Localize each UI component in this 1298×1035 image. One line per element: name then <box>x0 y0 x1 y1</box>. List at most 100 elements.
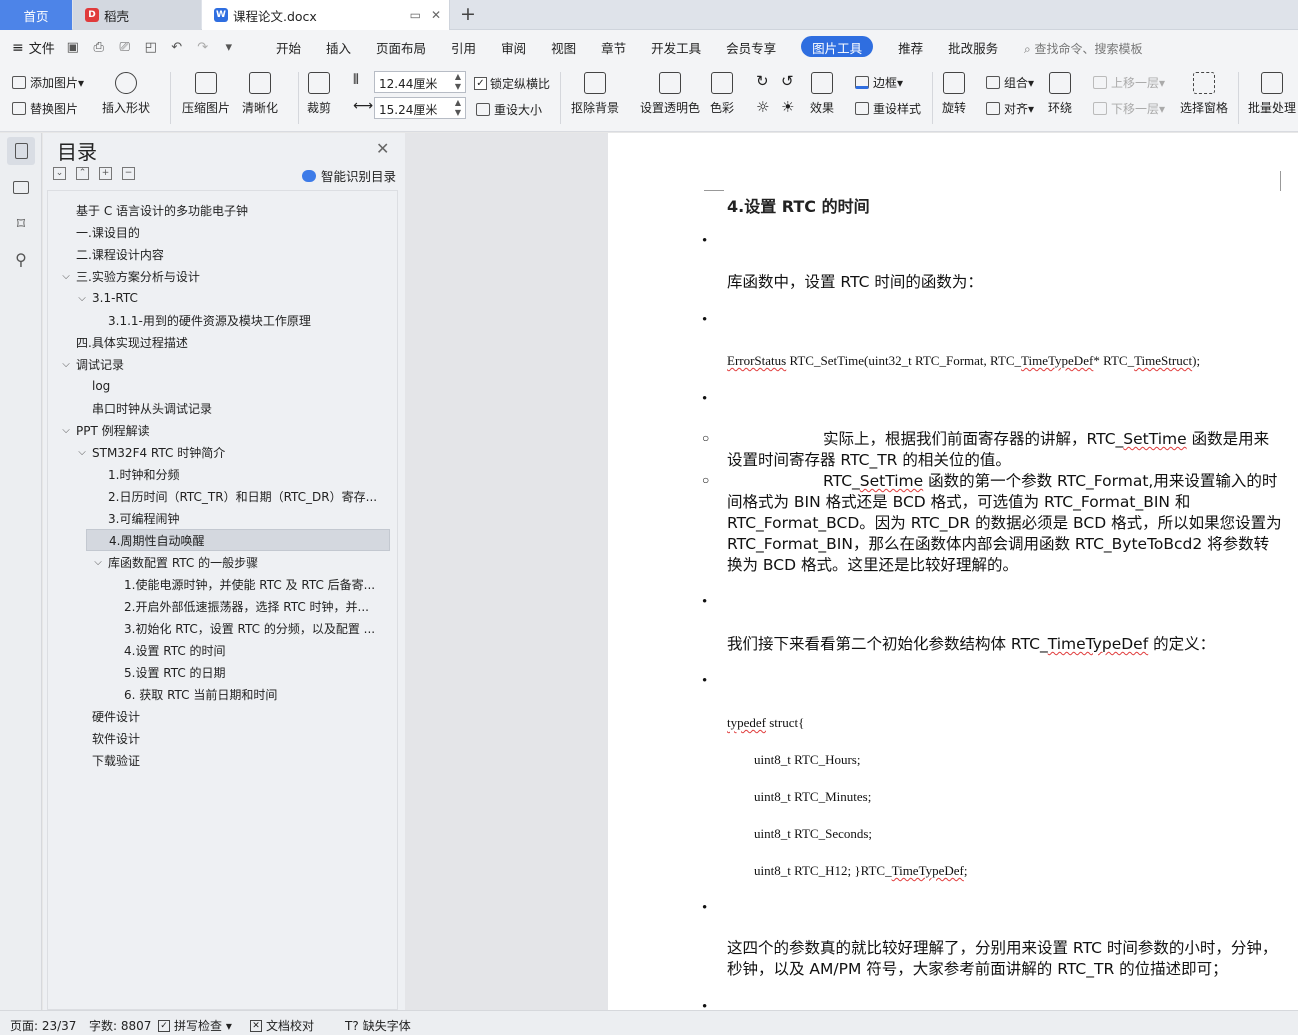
expand-all-icon[interactable]: ⌄ <box>53 167 66 180</box>
screen-icon[interactable]: ▭ <box>410 8 421 22</box>
send-backward-button[interactable]: 下移一层 ▾ <box>1093 100 1165 117</box>
effects-button[interactable]: 效果 <box>810 72 834 116</box>
spell-check-toggle[interactable]: ✓ 拼写检查 ▾ <box>158 1017 232 1034</box>
toc-item[interactable]: ⌵ 库函数配置 RTC 的一般步骤 <box>48 551 397 573</box>
insert-shape-button[interactable]: 插入形状 <box>102 72 150 116</box>
tab-home[interactable]: 首页 <box>0 0 72 30</box>
toc-item[interactable]: 3.可编程闹钟 <box>48 507 397 529</box>
word-count[interactable]: 字数: 8807 <box>89 1017 151 1034</box>
brightness-icon[interactable]: ☼ <box>756 98 769 116</box>
more-icon[interactable]: ▾ <box>221 40 237 56</box>
toc-item[interactable]: 5.设置 RTC 的日期 <box>48 661 397 683</box>
lock-ratio-checkbox[interactable]: ✓ 锁定纵横比 <box>474 75 550 92</box>
batch-button[interactable]: 批量处理 <box>1248 72 1296 116</box>
add-heading-icon[interactable]: + <box>99 167 112 180</box>
replace-picture-button[interactable]: 替换图片 <box>12 100 78 117</box>
rotate-button[interactable]: 旋转 <box>942 72 966 116</box>
toc-item[interactable]: 3.初始化 RTC，设置 RTC 的分频，以及配置 ... <box>48 617 397 639</box>
select-pane-button[interactable]: 选择窗格 <box>1180 72 1228 116</box>
tab-document[interactable]: W 课程论文.docx ▭ ✕ <box>202 0 450 30</box>
menu-tab[interactable]: 图片工具 <box>801 36 874 57</box>
toc-item[interactable]: ⌵ 3.1-RTC <box>48 287 397 309</box>
toc-item[interactable]: ⌵ PPT 例程解读 <box>48 419 397 441</box>
wrap-button[interactable]: 环绕 <box>1048 72 1072 116</box>
chevron-down-icon[interactable]: ⌵ <box>60 359 72 370</box>
set-transparent-button[interactable]: 设置透明色 <box>640 72 700 116</box>
file-menu[interactable]: ≡ 文件 <box>12 38 55 58</box>
chevron-down-icon[interactable]: ⌵ <box>60 271 72 282</box>
menu-tab[interactable]: 章节 <box>601 38 626 57</box>
bookmark-pane-button[interactable]: ⌑ <box>7 209 35 237</box>
chapter-pane-button[interactable] <box>7 173 35 201</box>
find-pane-button[interactable]: ⚲ <box>7 245 35 273</box>
align-button[interactable]: 对齐 ▾ <box>986 100 1034 117</box>
toc-item[interactable]: 3.1.1-用到的硬件资源及模块工作原理 <box>48 309 397 331</box>
toc-item[interactable]: 基于 C 语言设计的多功能电子钟 <box>48 199 397 221</box>
chevron-down-icon[interactable]: ⌵ <box>76 447 88 458</box>
menu-tab[interactable]: 开始 <box>276 38 301 57</box>
print-icon[interactable]: ⎚ <box>117 40 133 56</box>
toc-item[interactable]: 二.课程设计内容 <box>48 243 397 265</box>
brightness-up-icon[interactable]: ↻ <box>756 72 769 90</box>
remove-heading-icon[interactable]: − <box>122 167 135 180</box>
height-input[interactable]: 12.44厘米 ▲ ▼ <box>374 71 466 93</box>
proofread-button[interactable]: ✕ 文档校对 <box>250 1017 314 1034</box>
toc-item[interactable]: 2.日历时间（RTC_TR）和日期（RTC_DR）寄存... <box>48 485 397 507</box>
toc-item[interactable]: 一.课设目的 <box>48 221 397 243</box>
toc-item[interactable]: 4.周期性自动唤醒 <box>86 529 390 551</box>
toc-item[interactable]: 2.开启外部低速振荡器，选择 RTC 时钟，并... <box>48 595 397 617</box>
export-icon[interactable]: ⎙ <box>91 40 107 56</box>
save-icon[interactable]: ▣ <box>65 40 81 56</box>
toc-item[interactable]: 硬件设计 <box>48 705 397 727</box>
add-picture-button[interactable]: 添加图片 ▾ <box>12 74 84 91</box>
redo-icon[interactable]: ↷ <box>195 40 211 56</box>
missing-font-button[interactable]: T? 缺失字体 <box>345 1017 411 1034</box>
contrast-icon[interactable]: ☀ <box>781 98 794 116</box>
toc-item[interactable]: ⌵ STM32F4 RTC 时钟简介 <box>48 441 397 463</box>
close-tab-icon[interactable]: ✕ <box>431 8 441 22</box>
close-icon[interactable]: ✕ <box>376 139 389 158</box>
ai-toc-button[interactable]: 智能识别目录 <box>302 166 396 185</box>
toc-pane-button[interactable] <box>7 137 35 165</box>
menu-tab[interactable]: 视图 <box>551 38 576 57</box>
tab-daoke[interactable]: D 稻壳 <box>73 0 201 30</box>
document-page[interactable]: 4.设置 RTC 的时间 • 库函数中，设置 RTC 时间的函数为： • Err… <box>608 133 1298 1010</box>
group-button[interactable]: 组合 ▾ <box>986 74 1034 91</box>
toc-item[interactable]: ⌵ 调试记录 <box>48 353 397 375</box>
command-search[interactable]: ⌕ 查找命令、搜索模板 <box>1024 40 1143 57</box>
menu-tab[interactable]: 批改服务 <box>948 38 998 57</box>
height-stepper-icon[interactable]: ▲ ▼ <box>455 72 461 92</box>
page-indicator[interactable]: 页面: 23/37 <box>10 1017 76 1034</box>
bring-forward-button[interactable]: 上移一层 ▾ <box>1093 74 1165 91</box>
preview-icon[interactable]: ◰ <box>143 40 159 56</box>
undo-icon[interactable]: ↶ <box>169 40 185 56</box>
chevron-down-icon[interactable]: ⌵ <box>76 293 88 304</box>
toc-item[interactable]: 1.时钟和分频 <box>48 463 397 485</box>
menu-tab[interactable]: 引用 <box>451 38 476 57</box>
toc-item[interactable]: 串口时钟从头调试记录 <box>48 397 397 419</box>
width-input[interactable]: 15.24厘米 ▲ ▼ <box>374 97 466 119</box>
menu-tab[interactable]: 会员专享 <box>726 38 776 57</box>
chevron-down-icon[interactable]: ⌵ <box>92 557 104 568</box>
clarify-button[interactable]: 清晰化 <box>242 72 278 116</box>
menu-tab[interactable]: 插入 <box>326 38 351 57</box>
toc-item[interactable]: 6. 获取 RTC 当前日期和时间 <box>48 683 397 705</box>
new-tab-button[interactable]: + <box>460 3 476 25</box>
toc-item[interactable]: 软件设计 <box>48 727 397 749</box>
collapse-all-icon[interactable]: ⌃ <box>76 167 89 180</box>
menu-tab[interactable]: 审阅 <box>501 38 526 57</box>
toc-item[interactable]: ⌵ 三.实验方案分析与设计 <box>48 265 397 287</box>
toc-item[interactable]: 下载验证 <box>48 749 397 771</box>
chevron-down-icon[interactable]: ⌵ <box>60 425 72 436</box>
toc-item[interactable]: 1.使能电源时钟，并使能 RTC 及 RTC 后备寄... <box>48 573 397 595</box>
toc-item[interactable]: log <box>48 375 397 397</box>
toc-item[interactable]: 4.设置 RTC 的时间 <box>48 639 397 661</box>
menu-tab[interactable]: 开发工具 <box>651 38 701 57</box>
compress-button[interactable]: 压缩图片 <box>182 72 230 116</box>
menu-tab[interactable]: 推荐 <box>898 38 923 57</box>
crop-button[interactable]: 裁剪 <box>307 72 331 116</box>
border-button[interactable]: 边框 ▾ <box>855 74 903 91</box>
color-button[interactable]: 色彩 <box>710 72 734 116</box>
width-stepper-icon[interactable]: ▲ ▼ <box>455 98 461 118</box>
reset-style-button[interactable]: 重设样式 <box>855 100 921 117</box>
